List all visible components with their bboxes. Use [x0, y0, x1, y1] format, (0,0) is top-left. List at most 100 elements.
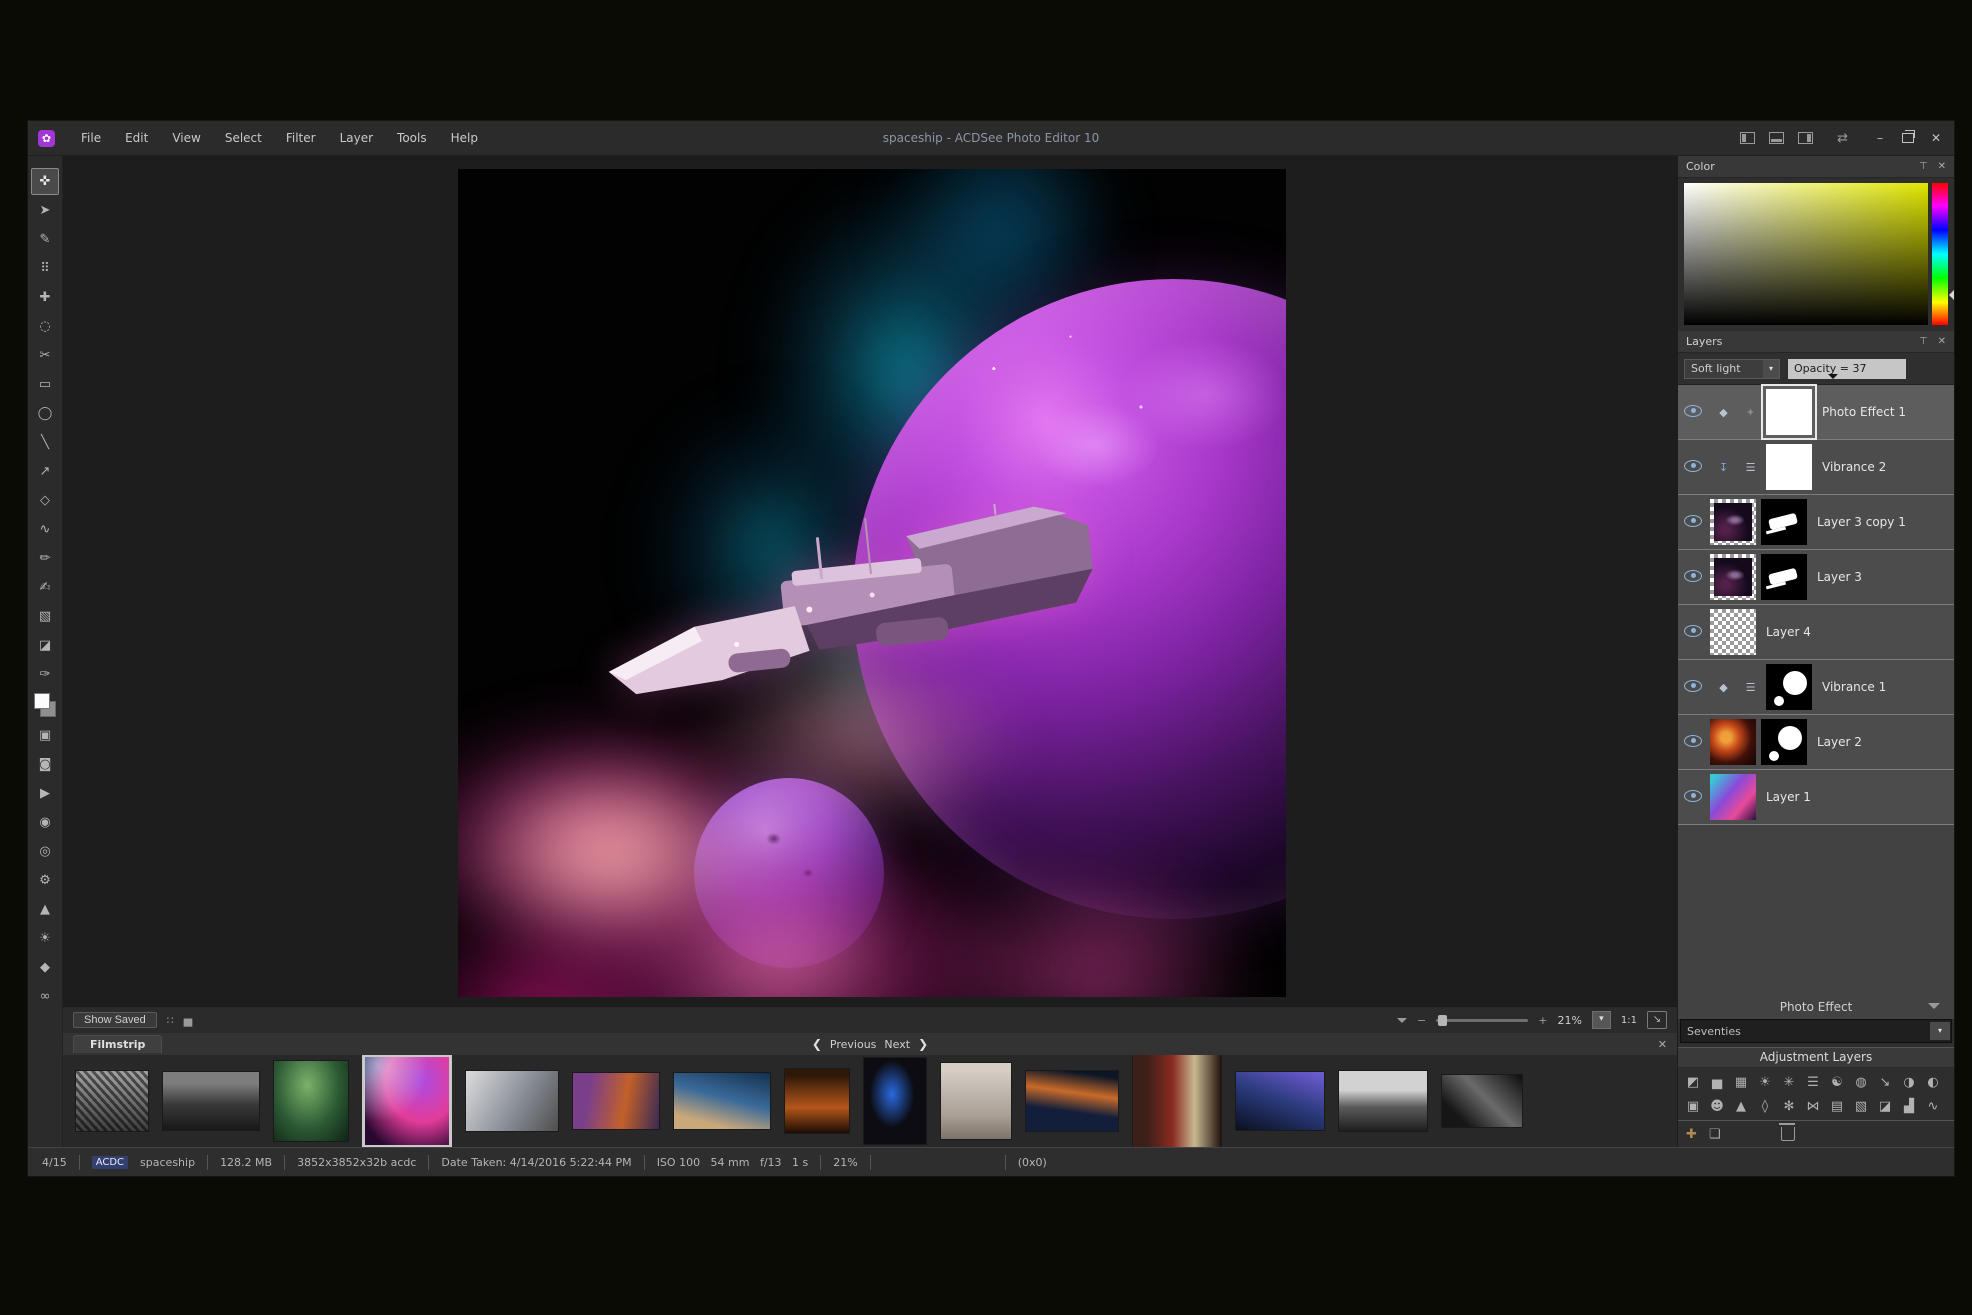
- visibility-eye-icon[interactable]: [1684, 515, 1702, 527]
- pan-tool[interactable]: ✜: [31, 168, 59, 195]
- play-circle-tool[interactable]: ◉: [31, 809, 59, 836]
- measure-tool[interactable]: ▲: [31, 896, 59, 923]
- filmstrip-thumbnail[interactable]: [784, 1068, 850, 1134]
- glow-adjustment-icon[interactable]: ✳: [1778, 1071, 1800, 1093]
- filmstrip-close-icon[interactable]: ✕: [1658, 1038, 1667, 1051]
- previous-button[interactable]: Previous: [830, 1038, 877, 1051]
- minimize-button[interactable]: –: [1872, 131, 1888, 145]
- layer-thumbnail[interactable]: [1710, 609, 1756, 655]
- next-button[interactable]: Next: [884, 1038, 910, 1051]
- layer-thumbnail[interactable]: [1766, 389, 1812, 435]
- invert-adjustment-icon[interactable]: ◐: [1922, 1071, 1944, 1093]
- filmstrip-thumbnail[interactable]: [673, 1072, 771, 1130]
- layer-row-layer-1[interactable]: Layer 1: [1678, 770, 1954, 825]
- layer-name[interactable]: Layer 3 copy 1: [1817, 515, 1906, 529]
- menu-item[interactable]: Help: [439, 127, 490, 149]
- curves-adjustment-icon[interactable]: ▦: [1730, 1071, 1752, 1093]
- layer-thumbnail[interactable]: [1766, 444, 1812, 490]
- polygon-tool[interactable]: ◇: [31, 487, 59, 514]
- menu-item[interactable]: Layer: [328, 127, 385, 149]
- close-icon[interactable]: ✕: [1938, 336, 1946, 347]
- layer-mask-thumbnail[interactable]: [1761, 554, 1807, 600]
- light-eq-adjustment-icon[interactable]: ◍: [1850, 1071, 1872, 1093]
- layer-name[interactable]: Layer 1: [1766, 790, 1811, 804]
- visibility-eye-icon[interactable]: [1684, 790, 1702, 802]
- settings-tool[interactable]: ⚙: [31, 867, 59, 894]
- zoom-tool[interactable]: ◎: [31, 838, 59, 865]
- fill-frame-tool[interactable]: ▣: [31, 722, 59, 749]
- previous-arrow-icon[interactable]: ❮: [812, 1037, 822, 1051]
- menu-item[interactable]: Select: [213, 127, 274, 149]
- histogram-adjustment-icon[interactable]: ▟: [1898, 1095, 1920, 1117]
- filmstrip-thumbnail[interactable]: [863, 1057, 927, 1145]
- zoom-slider-thumb[interactable]: [1438, 1015, 1447, 1026]
- brightness-adjustment-icon[interactable]: ☀: [1754, 1071, 1776, 1093]
- layer-row-photo-effect-1[interactable]: ◆ ✦ Photo Effect 1: [1678, 385, 1954, 440]
- canvas-viewport[interactable]: [63, 156, 1677, 1006]
- exposure-adjustment-icon[interactable]: ◩: [1682, 1071, 1704, 1093]
- rectangle-tool[interactable]: ▭: [31, 371, 59, 398]
- select-tool[interactable]: ➤: [31, 197, 59, 224]
- mask-adjustment-icon[interactable]: ⋈: [1802, 1095, 1824, 1117]
- color-balance-adjustment-icon[interactable]: ☯: [1826, 1071, 1848, 1093]
- lasso-tool[interactable]: ◌: [31, 313, 59, 340]
- curve-tool[interactable]: ∿: [31, 516, 59, 543]
- photo-effect-section-header[interactable]: Photo Effect: [1678, 994, 1954, 1019]
- light-tool[interactable]: ☀: [31, 925, 59, 952]
- chevron-down-icon[interactable]: ▾: [1763, 360, 1779, 378]
- eraser-tool[interactable]: ◪: [31, 632, 59, 659]
- pin-icon[interactable]: ⊤: [1919, 336, 1928, 347]
- filmstrip-thumbnail[interactable]: [1025, 1070, 1119, 1132]
- filmstrip-thumbnail[interactable]: [362, 1055, 452, 1147]
- layer-name[interactable]: Layer 4: [1766, 625, 1811, 639]
- adjustment-sliders-icon[interactable]: ☰: [1737, 681, 1764, 694]
- fit-image-button[interactable]: ↘: [1647, 1011, 1667, 1029]
- opacity-field[interactable]: Opacity = 37: [1788, 359, 1906, 379]
- layer-name[interactable]: Layer 2: [1817, 735, 1862, 749]
- zoom-out-button[interactable]: −: [1417, 1014, 1426, 1027]
- filmstrip-thumbnail[interactable]: [273, 1060, 349, 1142]
- filmstrip-thumbnail[interactable]: [465, 1070, 559, 1132]
- close-button[interactable]: ✕: [1928, 131, 1944, 145]
- layout-right-panel-icon[interactable]: [1798, 132, 1813, 144]
- layer-thumbnail[interactable]: [1710, 719, 1756, 765]
- visibility-eye-icon[interactable]: [1684, 405, 1702, 417]
- dodge-burn-adjustment-icon[interactable]: ↘: [1874, 1071, 1896, 1093]
- hue-slider-arrow[interactable]: [1944, 290, 1954, 300]
- filmstrip-thumbnail[interactable]: [1235, 1071, 1325, 1131]
- actual-size-label[interactable]: 1:1: [1621, 1015, 1637, 1026]
- hue-bar[interactable]: [1932, 183, 1948, 325]
- zoom-slider[interactable]: [1436, 1019, 1528, 1022]
- zoom-preset-dropdown[interactable]: ▾: [1592, 1011, 1611, 1029]
- layer-name[interactable]: Vibrance 2: [1822, 460, 1886, 474]
- arrow-tool[interactable]: ↗: [31, 458, 59, 485]
- splash-color-adjustment-icon[interactable]: ✻: [1778, 1095, 1800, 1117]
- circle-frame-tool[interactable]: ◙: [31, 751, 59, 778]
- expand-view-icon[interactable]: ∷: [167, 1014, 174, 1027]
- eyedropper-tool[interactable]: ✑: [31, 661, 59, 688]
- tone-curve-adjustment-icon[interactable]: ∿: [1922, 1095, 1944, 1117]
- menu-item[interactable]: View: [160, 127, 212, 149]
- layer-row-layer-2[interactable]: Layer 2: [1678, 715, 1954, 770]
- layer-name[interactable]: Photo Effect 1: [1822, 405, 1906, 419]
- menu-item[interactable]: Tools: [385, 127, 439, 149]
- clip-layer-icon[interactable]: ↧: [1710, 461, 1737, 474]
- layer-thumbnail[interactable]: [1710, 499, 1756, 545]
- visibility-eye-icon[interactable]: [1684, 735, 1702, 747]
- vignette-adjustment-icon[interactable]: ◪: [1874, 1095, 1896, 1117]
- color-swatches[interactable]: [33, 693, 57, 717]
- vibrance-adjustment-icon[interactable]: ☰: [1802, 1071, 1824, 1093]
- layer-row-vibrance-2[interactable]: ↧ ☰ Vibrance 2: [1678, 440, 1954, 495]
- contrast-adjustment-icon[interactable]: ◑: [1898, 1071, 1920, 1093]
- filmstrip-thumbnail[interactable]: [75, 1070, 149, 1132]
- menu-item[interactable]: Filter: [274, 127, 328, 149]
- gradient-map-adjustment-icon[interactable]: ▤: [1826, 1095, 1848, 1117]
- foreground-color-swatch[interactable]: [34, 693, 50, 709]
- show-saved-button[interactable]: Show Saved: [73, 1012, 157, 1028]
- transform-tool[interactable]: ⠿: [31, 255, 59, 282]
- layout-left-panel-icon[interactable]: [1740, 132, 1755, 144]
- filmstrip-thumbnail[interactable]: [1338, 1070, 1428, 1132]
- panel-collapse-icon[interactable]: [1397, 1018, 1407, 1028]
- fill-bucket-tool[interactable]: ◆: [31, 954, 59, 981]
- cut-tool[interactable]: ✂: [31, 342, 59, 369]
